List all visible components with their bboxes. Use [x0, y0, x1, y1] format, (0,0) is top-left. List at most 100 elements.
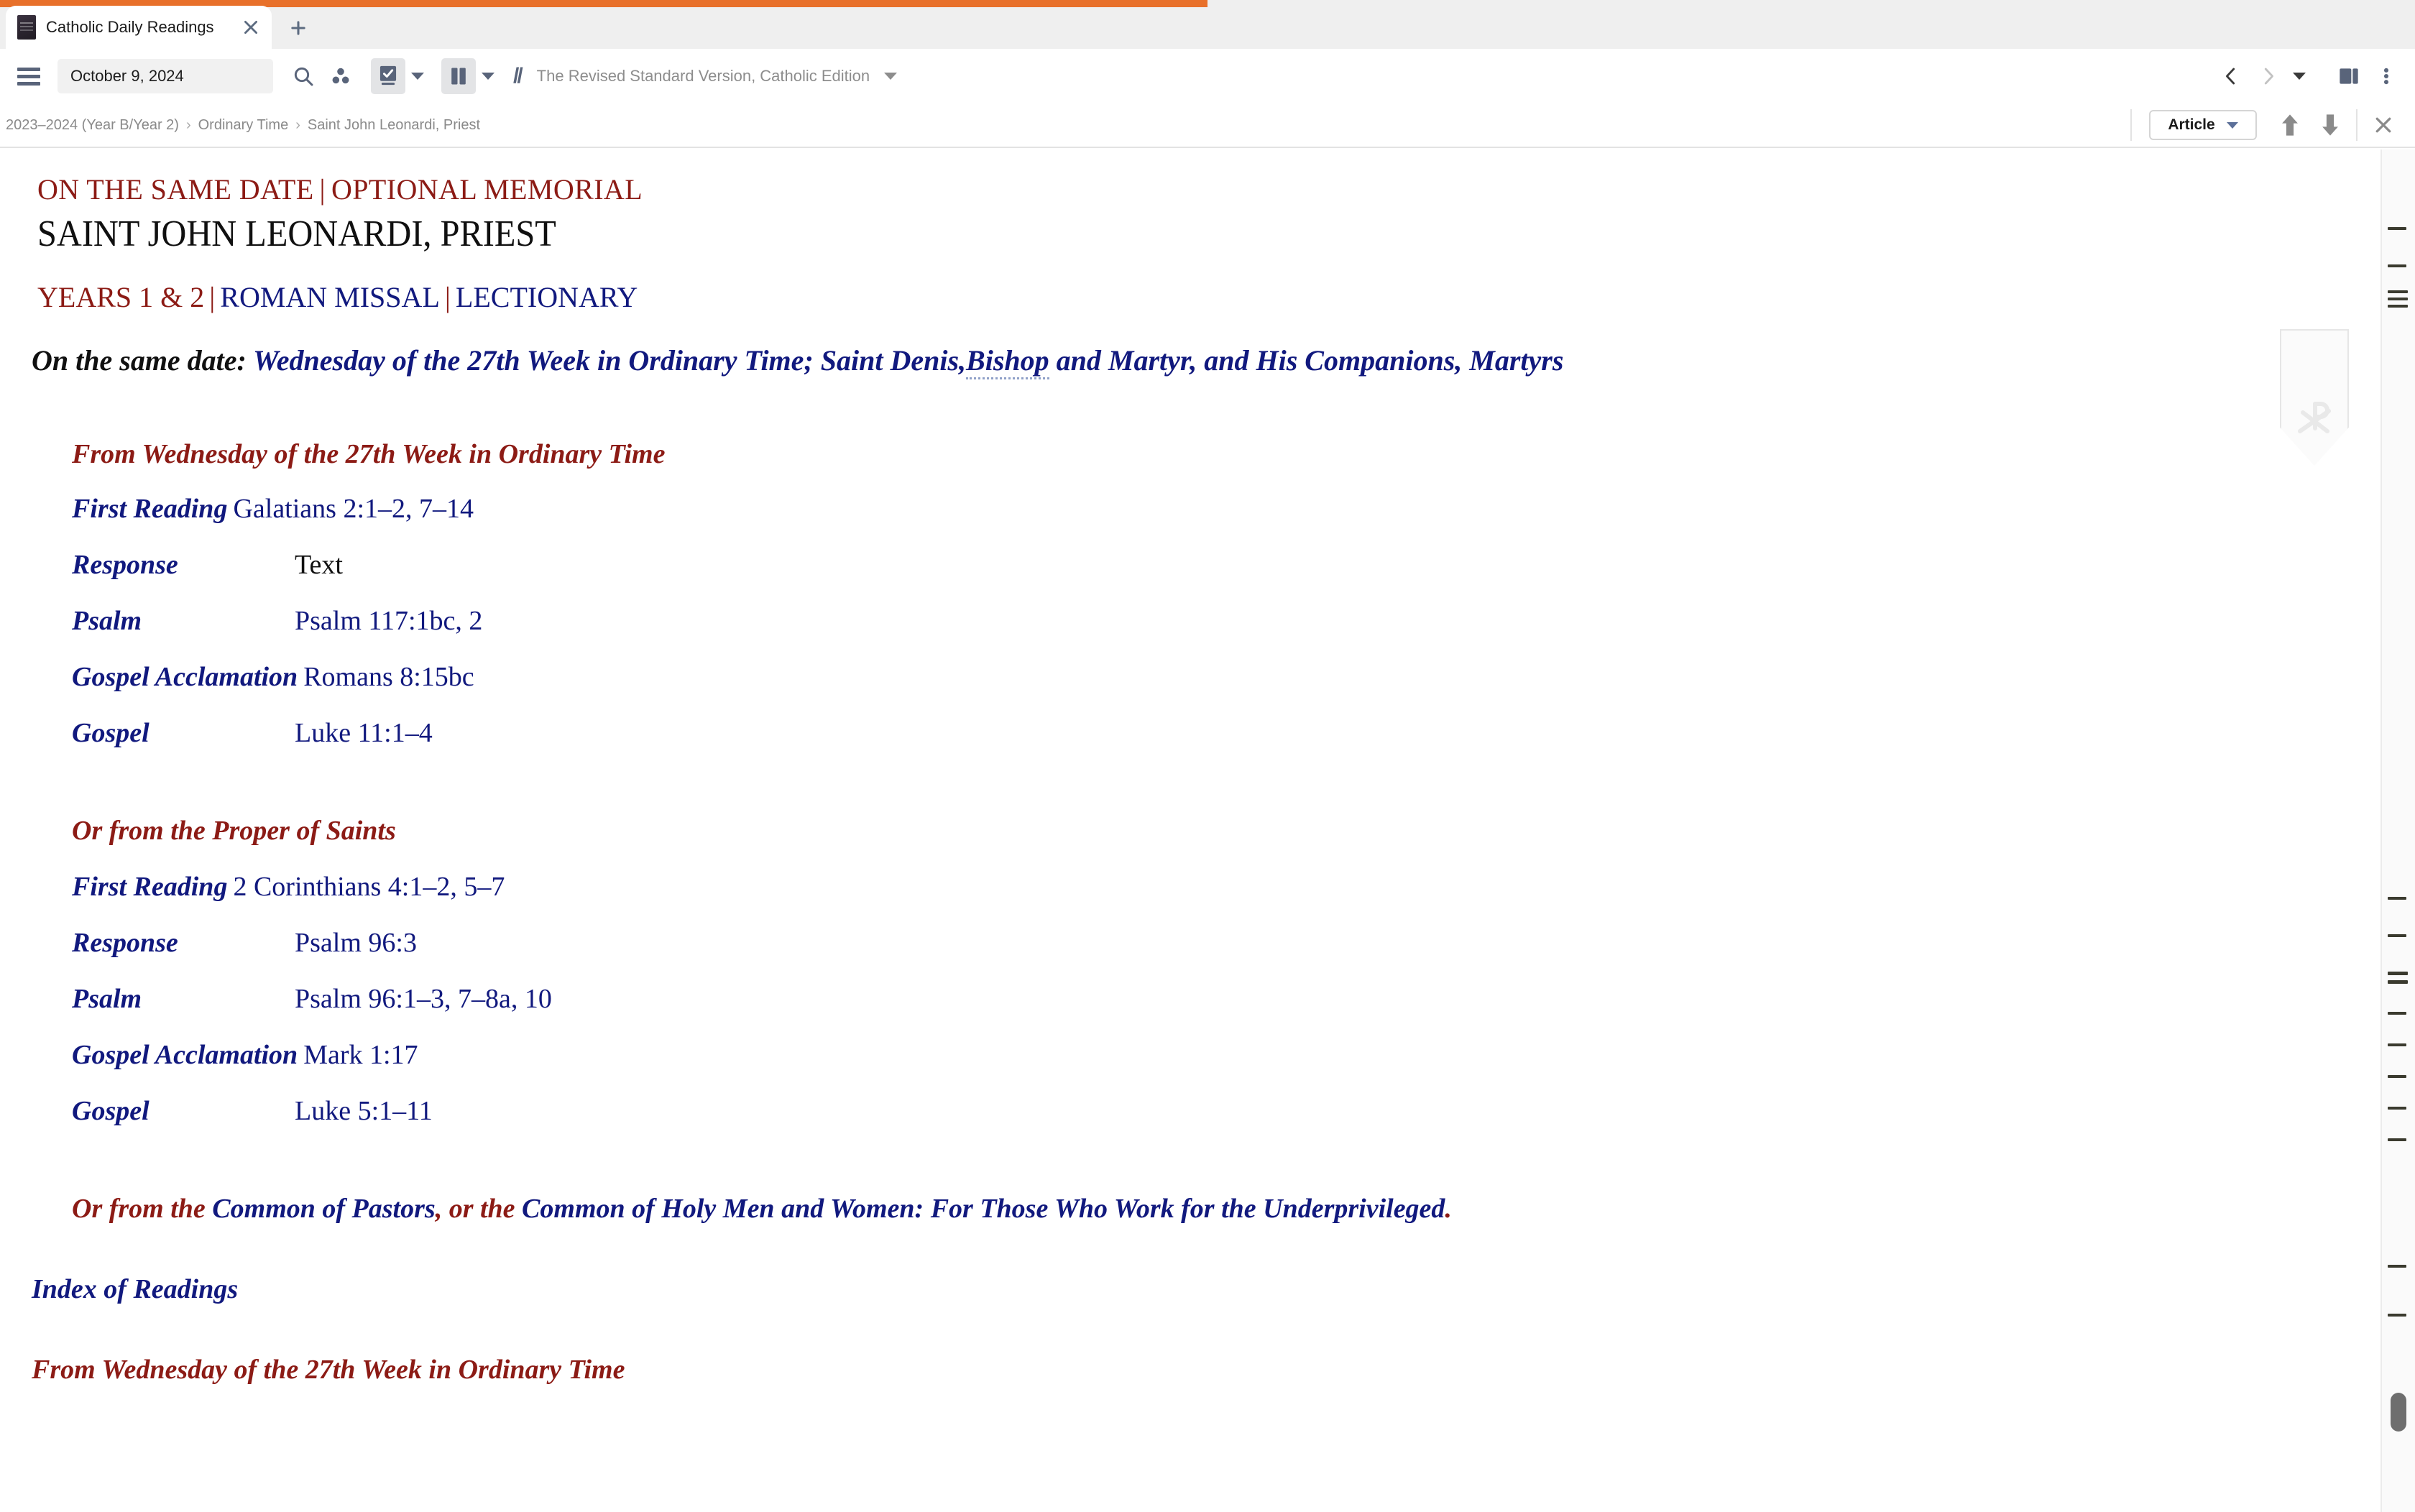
book-dropdown-caret-icon[interactable] — [405, 62, 430, 91]
document-kicker: ON THE SAME DATE | OPTIONAL MEMORIAL — [37, 172, 643, 206]
reading-value[interactable]: Psalm 96:1–3, 7–8a, 10 — [295, 984, 552, 1014]
reading-value[interactable]: 2 Corinthians 4:1–2, 5–7 — [233, 872, 505, 902]
checked-book-icon[interactable] — [371, 58, 405, 94]
reading-row-psalm-2: Psalm Psalm 96:1–3, 7–8a, 10 — [72, 983, 552, 1020]
reading-label: Response — [72, 550, 178, 580]
same-date-link-saint-denis-pre[interactable]: Saint Denis, — [821, 344, 966, 377]
divider — [2130, 109, 2132, 141]
reading-value[interactable]: Psalm 117:1bc, 2 — [295, 606, 482, 636]
kicker-divider: | — [319, 173, 326, 206]
breadcrumb-item-season[interactable]: Ordinary Time — [198, 117, 289, 134]
reading-row-first-reading-1: First Reading Galatians 2:1–2, 7–14 — [72, 493, 474, 530]
same-date-link-saint-denis-post[interactable]: and Martyr, and His Companions, Martyrs — [1057, 344, 1564, 377]
chi-rho-icon — [2298, 402, 2331, 433]
reading-label: First Reading — [72, 494, 228, 524]
reading-row-response-2: Response Psalm 96:3 — [72, 927, 417, 964]
previous-result-button[interactable] — [2270, 105, 2310, 145]
reading-label: Gospel Acclamation — [72, 1040, 298, 1070]
main-toolbar: October 9, 2024 // The Revised Standard … — [0, 49, 2415, 103]
document-content: ON THE SAME DATE | OPTIONAL MEMORIAL SAINT… — [0, 149, 2380, 1512]
subline-years: YEARS 1 & 2 — [37, 281, 205, 313]
minimap-marker — [2388, 1138, 2406, 1141]
minimap-marker — [2388, 264, 2406, 267]
reading-value: Text — [295, 550, 343, 580]
reading-value[interactable]: Galatians 2:1–2, 7–14 — [233, 494, 474, 524]
minimap-marker — [2388, 1043, 2406, 1046]
same-date-link-wednesday[interactable]: Wednesday of the 27th Week in Ordinary T… — [253, 344, 814, 377]
document-subline: YEARS 1 & 2 | ROMAN MISSAL | LECTIONARY — [37, 280, 638, 314]
search-icon[interactable] — [285, 58, 322, 94]
reading-row-gospel-acclamation-1: Gospel Acclamation Romans 8:15bc — [72, 661, 474, 699]
version-dropdown-caret-icon[interactable] — [878, 62, 903, 91]
kebab-menu-icon[interactable] — [2368, 58, 2405, 94]
close-panel-icon[interactable] — [2363, 105, 2404, 145]
minimap-marker — [2388, 1314, 2406, 1317]
section-two-heading[interactable]: Or from the Proper of Saints — [72, 815, 396, 847]
scrollbar-thumb[interactable] — [2391, 1393, 2406, 1432]
common-of-holy-men-and-women-link[interactable]: Common of Holy Men and Women: For Those … — [522, 1194, 1445, 1224]
three-dots-cluster-icon[interactable] — [322, 58, 359, 94]
breadcrumb: 2023–2024 (Year B/Year 2) › Ordinary Tim… — [6, 117, 480, 134]
common-of-pastors-link[interactable]: Common of Pastors — [212, 1194, 435, 1224]
breadcrumb-separator: › — [295, 116, 300, 133]
minimap-marker — [2388, 290, 2408, 293]
subline-lectionary-link[interactable]: LECTIONARY — [456, 281, 638, 313]
minimap-marker — [2388, 1107, 2406, 1110]
reading-label: Gospel — [72, 1096, 150, 1126]
common-conjunction: , or the — [435, 1194, 515, 1224]
history-dropdown-caret-icon[interactable] — [2287, 62, 2312, 91]
article-scope-select[interactable]: Article — [2149, 110, 2257, 140]
reading-value[interactable]: Luke 11:1–4 — [295, 718, 433, 748]
layout-dropdown-caret-icon[interactable] — [476, 62, 500, 91]
minimap-marker — [2388, 897, 2406, 900]
reading-value[interactable]: Mark 1:17 — [303, 1040, 418, 1070]
kicker-left: ON THE SAME DATE — [37, 173, 314, 206]
reading-value[interactable]: Luke 5:1–11 — [295, 1096, 433, 1126]
browser-tab-catholic-daily-readings[interactable]: Catholic Daily Readings — [6, 6, 272, 49]
date-input[interactable]: October 9, 2024 — [58, 59, 273, 93]
article-scope-label: Article — [2168, 116, 2215, 133]
reading-value[interactable]: Psalm 96:3 — [295, 928, 417, 958]
reading-row-gospel-acclamation-2: Gospel Acclamation Mark 1:17 — [72, 1039, 418, 1077]
common-of-pastors-line: Or from the Common of Pastors, or the Co… — [72, 1193, 1452, 1225]
double-slash-icon[interactable]: // — [513, 64, 523, 88]
breadcrumb-item-current[interactable]: Saint John Leonardi, Priest — [308, 117, 480, 134]
reading-value[interactable]: Romans 8:15bc — [303, 662, 474, 692]
reading-label: Gospel — [72, 718, 150, 748]
bookmark-ribbon-watermark[interactable] — [2280, 329, 2349, 466]
page-title: SAINT JOHN LEONARDI, PRIEST — [37, 213, 556, 254]
minimap-marker — [2388, 934, 2406, 937]
reading-label: Psalm — [72, 984, 142, 1014]
new-tab-button[interactable] — [286, 16, 310, 40]
minimap-marker — [2388, 1265, 2406, 1268]
date-input-value: October 9, 2024 — [70, 67, 184, 85]
tab-title: Catholic Daily Readings — [46, 18, 214, 36]
minimap-marker — [2388, 1012, 2406, 1015]
reading-row-gospel-2: Gospel Luke 5:1–11 — [72, 1095, 433, 1133]
two-column-layout-icon[interactable] — [441, 58, 476, 94]
common-prefix: Or from the — [72, 1194, 206, 1224]
forward-chevron-icon[interactable] — [2250, 58, 2287, 94]
from-wednesday-heading: From Wednesday of the 27th Week in Ordin… — [32, 1355, 625, 1385]
close-icon[interactable] — [240, 17, 262, 38]
minimap-marker — [2388, 298, 2408, 300]
breadcrumb-right-group: Article — [2130, 103, 2415, 147]
reading-label: Psalm — [72, 606, 142, 636]
split-view-icon[interactable] — [2330, 58, 2368, 94]
hamburger-menu-icon[interactable] — [13, 60, 45, 92]
back-chevron-icon[interactable] — [2212, 58, 2250, 94]
document-minimap-scrollbar[interactable] — [2380, 149, 2415, 1512]
bible-version-label[interactable]: The Revised Standard Version, Catholic E… — [537, 67, 870, 86]
on-the-same-date-label: On the same date: — [32, 344, 247, 377]
subline-roman-missal-link[interactable]: ROMAN MISSAL — [220, 281, 440, 313]
breadcrumb-separator: › — [185, 116, 191, 133]
minimap-marker — [2388, 305, 2408, 308]
toolbar-right-group — [2212, 58, 2415, 94]
next-result-button[interactable] — [2310, 105, 2350, 145]
same-date-link-bishop[interactable]: Bishop — [966, 344, 1049, 379]
index-of-readings-heading[interactable]: Index of Readings — [32, 1273, 238, 1305]
section-one-heading[interactable]: From Wednesday of the 27th Week in Ordin… — [72, 438, 665, 470]
breadcrumb-item-year[interactable]: 2023–2024 (Year B/Year 2) — [6, 117, 179, 134]
reading-row-psalm-1: Psalm Psalm 117:1bc, 2 — [72, 605, 482, 642]
reading-row-first-reading-2: First Reading 2 Corinthians 4:1–2, 5–7 — [72, 871, 505, 908]
